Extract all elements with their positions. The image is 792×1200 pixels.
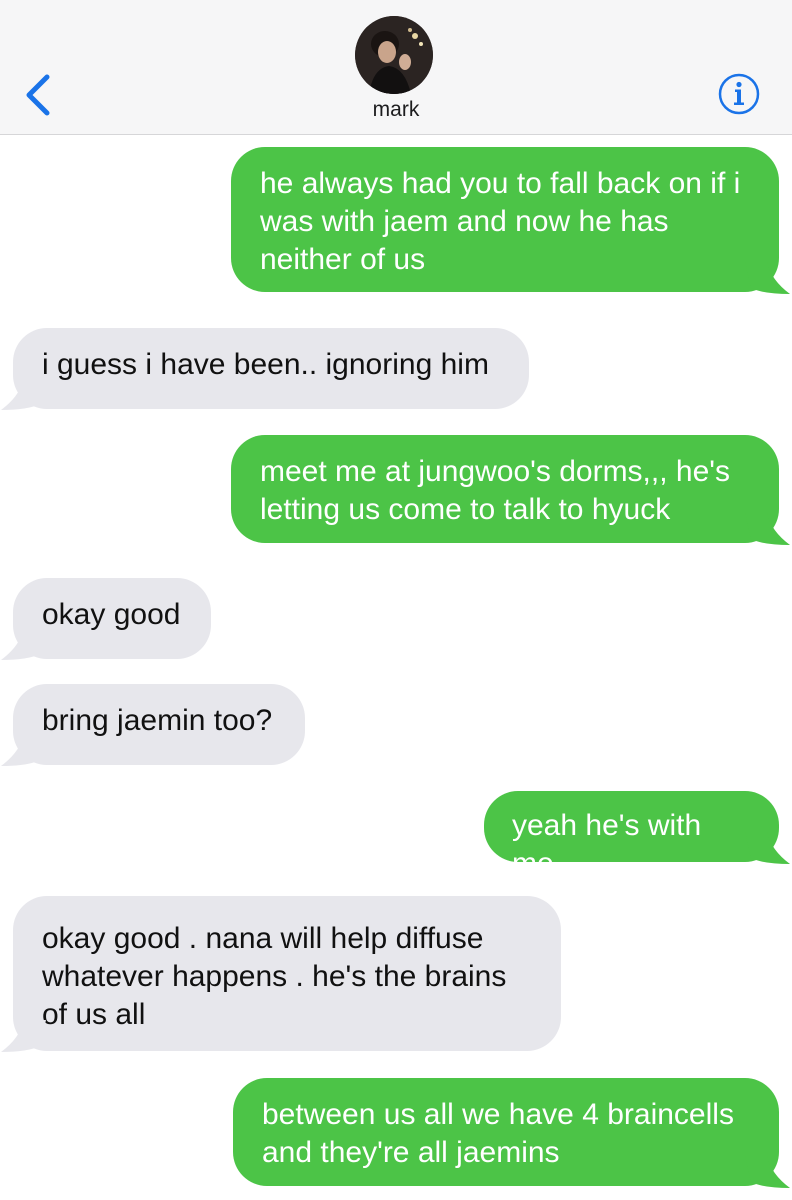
message-bubble-outgoing[interactable]: he always had you to fall back on if i w… [231, 147, 779, 292]
info-button[interactable] [716, 71, 762, 117]
bubble-tail [745, 262, 790, 294]
message-bubble-outgoing[interactable]: between us all we have 4 braincells and … [233, 1078, 779, 1186]
message-bubble-incoming[interactable]: bring jaemin too? [13, 684, 305, 765]
message-bubble-incoming[interactable]: i guess i have been.. ignoring him [13, 328, 529, 409]
bubble-tail [745, 832, 790, 864]
bubble-tail [1, 378, 46, 410]
avatar-photo [355, 16, 433, 94]
bubble-tail [1, 628, 46, 660]
bubble-tail [745, 1156, 790, 1188]
bubble-tail [1, 1020, 46, 1052]
contact-name[interactable]: mark [0, 98, 792, 122]
message-bubble-outgoing[interactable]: meet me at jungwoo's dorms,,, he's letti… [231, 435, 779, 543]
message-bubble-outgoing[interactable]: yeah he's with me [484, 791, 779, 880]
info-circle-icon [718, 73, 760, 115]
contact-avatar[interactable] [355, 16, 433, 94]
message-bubble-incoming[interactable]: okay good . nana will help diffuse whate… [13, 896, 561, 1051]
bubble-tail [1, 734, 46, 766]
bubble-tail [745, 513, 790, 545]
conversation-header: mark [0, 0, 792, 135]
